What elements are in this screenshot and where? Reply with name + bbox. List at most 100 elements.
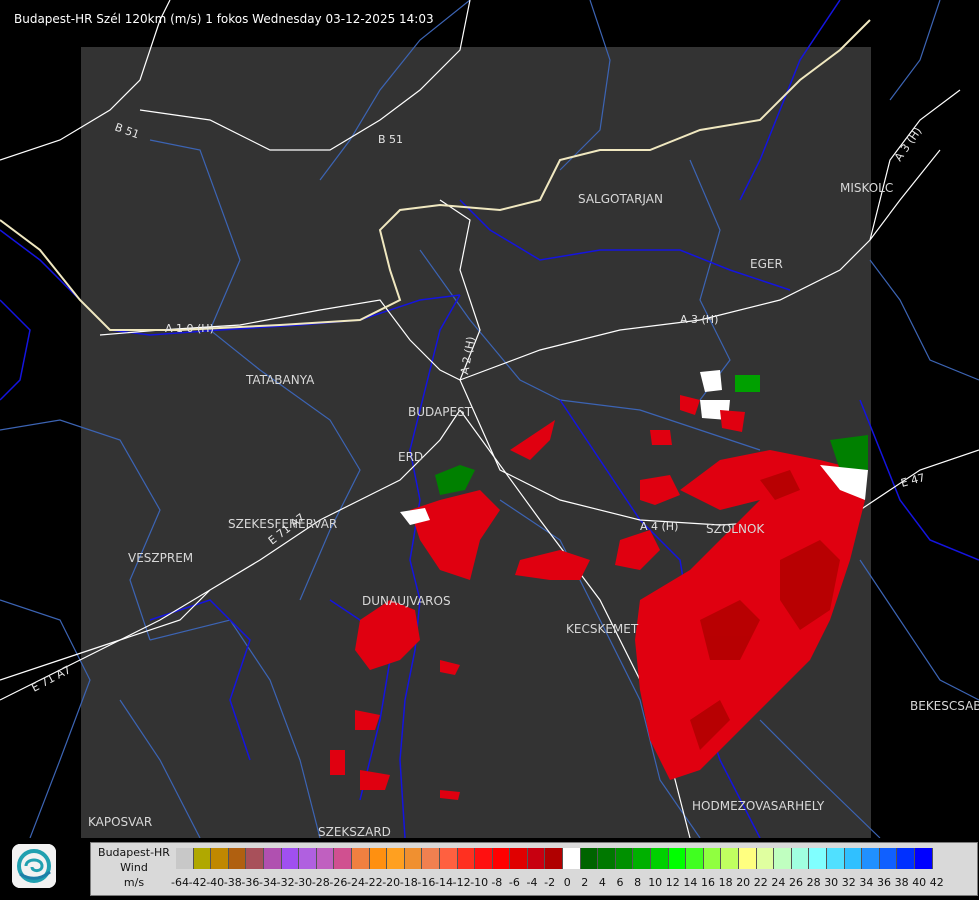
legend-swatch: [193, 848, 212, 869]
legend-swatch: [844, 848, 863, 869]
legend-tick: -16: [417, 876, 436, 889]
legend-swatch: [668, 848, 687, 869]
legend-tick: 32: [841, 876, 856, 889]
legend-tick: -6: [508, 876, 520, 889]
legend-tick: -30: [294, 876, 313, 889]
legend-tick: 0: [563, 876, 571, 889]
legend-tick: 40: [912, 876, 927, 889]
radar-map[interactable]: SALGOTARJAN MISKOLC EGER TATABANYA BUDAP…: [0, 0, 979, 838]
legend-swatch: [545, 848, 564, 869]
legend-swatch: [527, 848, 546, 869]
legend-swatch: [897, 848, 915, 869]
legend-label: Budapest-HR Wind m/s: [91, 845, 177, 890]
road-label: A 3 (H): [892, 125, 925, 164]
legend-tick: 22: [753, 876, 768, 889]
legend-tick: 8: [634, 876, 642, 889]
place-label: KECSKEMET: [566, 622, 639, 636]
legend-swatch: [563, 848, 581, 869]
place-label: BUDAPEST: [408, 405, 473, 419]
legend-swatch: [299, 848, 317, 869]
legend-tick: -18: [399, 876, 418, 889]
legend-color-scale: [176, 848, 933, 870]
legend-tick: -20: [382, 876, 401, 889]
legend-swatch: [263, 848, 282, 869]
road-label: A 1 0 (H): [165, 322, 214, 335]
legend-tick: -38: [223, 876, 242, 889]
legend-swatch: [721, 848, 739, 869]
road-label: A 3 (H): [680, 313, 718, 326]
legend-swatch: [351, 848, 370, 869]
legend-tick: 18: [718, 876, 733, 889]
legend-swatch: [809, 848, 827, 869]
legend-quantity: Wind: [120, 861, 148, 874]
legend-tick-labels: -64 -42 -40 -38 -36 -34 -32 -30 -28 -26 -24 -22 -20-…: [171, 876, 976, 892]
place-label: DUNAUJVAROS: [362, 594, 451, 608]
legend-swatch: [580, 848, 599, 869]
legend-swatch: [914, 848, 933, 869]
legend-tick: -36: [241, 876, 260, 889]
legend-swatch: [316, 848, 335, 869]
legend-tick: -14: [435, 876, 453, 889]
legend-swatch: [439, 848, 458, 869]
legend: Budapest-HR Wind m/s -64 -42 -40 -38 -36 -34-…: [90, 842, 978, 896]
road-label: A 4 (H): [640, 520, 678, 533]
legend-tick: 38: [894, 876, 909, 889]
legend-tick: -12: [452, 876, 471, 889]
legend-tick: -24: [347, 876, 365, 889]
legend-tick: -34: [259, 876, 277, 889]
legend-swatch: [615, 848, 634, 869]
place-label: SZOLNOK: [706, 522, 765, 536]
legend-tick: 16: [701, 876, 715, 889]
legend-swatch: [703, 848, 722, 869]
place-label: VESZPREM: [128, 551, 193, 565]
legend-swatch: [404, 848, 423, 869]
legend-tick: -42: [188, 876, 207, 889]
legend-tick: 26: [789, 876, 803, 889]
legend-tick: -64: [171, 876, 189, 889]
place-label: SALGOTARJAN: [578, 192, 663, 206]
legend-tick: 6: [616, 876, 624, 889]
legend-swatch: [422, 848, 440, 869]
legend-tick: -8: [491, 876, 503, 889]
legend-swatch: [756, 848, 775, 869]
legend-swatch: [387, 848, 405, 869]
legend-swatch: [475, 848, 493, 869]
legend-swatch: [651, 848, 669, 869]
legend-tick: 14: [683, 876, 698, 889]
legend-swatch: [334, 848, 352, 869]
legend-swatch: [228, 848, 247, 869]
place-label: HODMEZOVASARHELY: [692, 799, 825, 813]
place-label: SZEKSZARD: [318, 825, 391, 838]
legend-swatch: [492, 848, 511, 869]
legend-radar-name: Budapest-HR: [98, 846, 170, 859]
legend-swatch: [281, 848, 300, 869]
legend-swatch: [211, 848, 229, 869]
place-label: MISKOLC: [840, 181, 893, 195]
legend-swatch: [686, 848, 704, 869]
legend-swatch: [879, 848, 898, 869]
legend-swatch: [862, 848, 880, 869]
legend-swatch: [826, 848, 845, 869]
legend-tick: -2: [544, 876, 556, 889]
legend-tick: -40: [206, 876, 225, 889]
legend-tick: 28: [806, 876, 821, 889]
legend-tick: 42: [929, 876, 944, 889]
legend-swatch: [774, 848, 792, 869]
legend-tick: 4: [598, 876, 606, 889]
legend-tick: 20: [736, 876, 751, 889]
place-label: EGER: [750, 257, 783, 271]
legend-tick: 24: [771, 876, 786, 889]
road-label: B 51: [378, 133, 403, 146]
legend-tick: 2: [581, 876, 589, 889]
road-label: E 47: [899, 471, 926, 490]
legend-swatch: [598, 848, 616, 869]
legend-tick: 30: [824, 876, 839, 889]
place-label: BEKESCSABA: [910, 699, 979, 713]
place-label: TATABANYA: [245, 373, 315, 387]
legend-swatch: [739, 848, 757, 869]
legend-tick: 12: [665, 876, 680, 889]
legend-tick: -26: [329, 876, 348, 889]
legend-swatch: [176, 848, 194, 869]
place-label: KAPOSVAR: [88, 815, 152, 829]
legend-swatch: [510, 848, 528, 869]
